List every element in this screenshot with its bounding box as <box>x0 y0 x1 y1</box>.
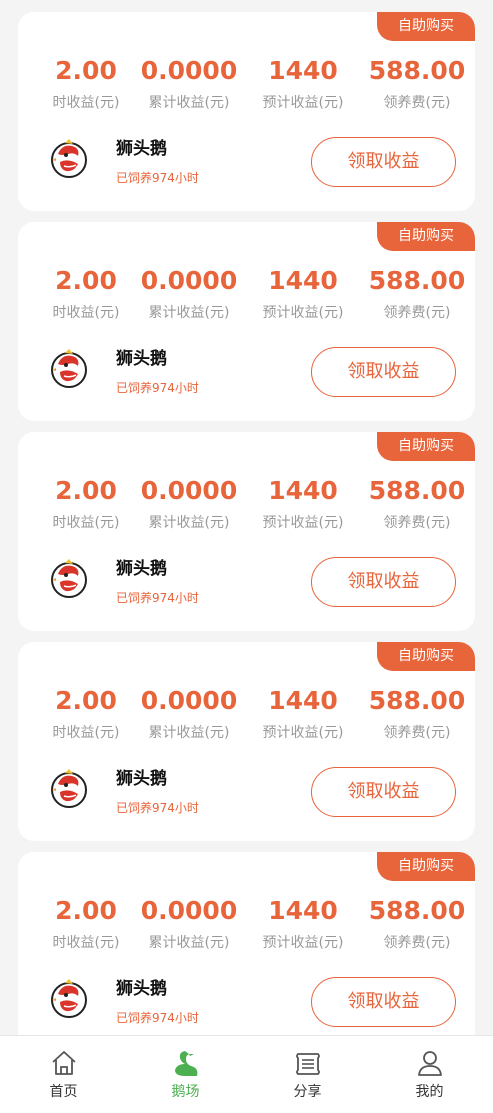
expected-income-label: 预计收益(元) <box>262 305 344 321</box>
feeding-hours: 已饲养974小时 <box>116 171 199 185</box>
hourly-income-label: 时收益(元) <box>52 935 120 951</box>
feeding-hours: 已饲养974小时 <box>116 381 199 395</box>
hourly-income-label: 时收益(元) <box>52 95 120 111</box>
tab-goose-farm-label: 鹅场 <box>171 1084 200 1100</box>
total-income-label: 累计收益(元) <box>148 725 230 741</box>
home-icon <box>51 1051 76 1075</box>
expected-income-label: 预计收益(元) <box>262 95 344 111</box>
total-income-value: 0.0000 <box>140 266 238 295</box>
goose-name: 狮头鹅 <box>116 349 167 369</box>
goose-card: 自助购买 2.00 时收益(元) 0.0000 累计收益(元) 1440 预计收… <box>18 432 475 631</box>
adoption-fee-label: 领养费(元) <box>383 515 451 531</box>
goose-card-list: 自助购买 2.00 时收益(元) 0.0000 累计收益(元) 1440 预计收… <box>0 0 493 1035</box>
hourly-income-label: 时收益(元) <box>52 515 120 531</box>
claim-income-button[interactable]: 领取收益 <box>311 767 456 817</box>
total-income-label: 累计收益(元) <box>148 305 230 321</box>
goose-card: 自助购买 2.00 时收益(元) 0.0000 累计收益(元) 1440 预计收… <box>18 222 475 421</box>
expected-income-value: 1440 <box>268 266 338 295</box>
claim-income-button[interactable]: 领取收益 <box>311 137 456 187</box>
hourly-income-value: 2.00 <box>55 686 117 715</box>
goose-avatar-icon <box>51 139 87 178</box>
adoption-fee-value: 588.00 <box>368 476 466 505</box>
total-income-value: 0.0000 <box>140 56 238 85</box>
expected-income-value: 1440 <box>268 896 338 925</box>
hourly-income-value: 2.00 <box>55 56 117 85</box>
adoption-fee-value: 588.00 <box>368 686 466 715</box>
tab-home-label: 首页 <box>49 1084 78 1100</box>
hourly-income-value: 2.00 <box>55 896 117 925</box>
hourly-income-value: 2.00 <box>55 476 117 505</box>
expected-income-label: 预计收益(元) <box>262 515 344 531</box>
goose-card: 自助购买 2.00 时收益(元) 0.0000 累计收益(元) 1440 预计收… <box>18 12 475 211</box>
goose-card: 自助购买 2.00 时收益(元) 0.0000 累计收益(元) 1440 预计收… <box>18 642 475 841</box>
feeding-hours: 已饲养974小时 <box>116 1011 199 1025</box>
claim-income-button[interactable]: 领取收益 <box>311 977 456 1027</box>
user-icon <box>417 1051 442 1076</box>
goose-icon <box>174 1051 197 1076</box>
adoption-fee-label: 领养费(元) <box>383 935 451 951</box>
tab-home[interactable]: 首页 <box>2 1036 125 1113</box>
share-list-icon <box>295 1053 320 1075</box>
expected-income-label: 预计收益(元) <box>262 725 344 741</box>
tab-mine[interactable]: 我的 <box>368 1036 491 1113</box>
tab-share-label: 分享 <box>293 1084 322 1100</box>
total-income-value: 0.0000 <box>140 476 238 505</box>
goose-avatar-icon <box>51 559 87 598</box>
adoption-fee-value: 588.00 <box>368 896 466 925</box>
self-purchase-tag: 自助购买 <box>377 12 475 41</box>
expected-income-value: 1440 <box>268 56 338 85</box>
goose-card: 自助购买 2.00 时收益(元) 0.0000 累计收益(元) 1440 预计收… <box>18 852 475 1035</box>
total-income-label: 累计收益(元) <box>148 95 230 111</box>
total-income-label: 累计收益(元) <box>148 935 230 951</box>
expected-income-value: 1440 <box>268 686 338 715</box>
self-purchase-tag: 自助购买 <box>377 852 475 881</box>
self-purchase-tag: 自助购买 <box>377 222 475 251</box>
expected-income-label: 预计收益(元) <box>262 935 344 951</box>
tab-mine-label: 我的 <box>415 1084 444 1100</box>
adoption-fee-label: 领养费(元) <box>383 95 451 111</box>
goose-name: 狮头鹅 <box>116 979 167 999</box>
goose-avatar-icon <box>51 349 87 388</box>
hourly-income-label: 时收益(元) <box>52 305 120 321</box>
goose-avatar-icon <box>51 769 87 808</box>
tab-share[interactable]: 分享 <box>246 1036 369 1113</box>
total-income-label: 累计收益(元) <box>148 515 230 531</box>
claim-income-button[interactable]: 领取收益 <box>311 347 456 397</box>
feeding-hours: 已饲养974小时 <box>116 591 199 605</box>
claim-income-button[interactable]: 领取收益 <box>311 557 456 607</box>
goose-name: 狮头鹅 <box>116 139 167 159</box>
hourly-income-value: 2.00 <box>55 266 117 295</box>
feeding-hours: 已饲养974小时 <box>116 801 199 815</box>
adoption-fee-label: 领养费(元) <box>383 725 451 741</box>
adoption-fee-value: 588.00 <box>368 266 466 295</box>
bottom-tab-bar: 首页 鹅场 分享 我的 <box>0 1035 493 1113</box>
goose-avatar-icon <box>51 979 87 1018</box>
total-income-value: 0.0000 <box>140 896 238 925</box>
adoption-fee-value: 588.00 <box>368 56 466 85</box>
self-purchase-tag: 自助购买 <box>377 432 475 461</box>
total-income-value: 0.0000 <box>140 686 238 715</box>
tab-goose-farm[interactable]: 鹅场 <box>124 1036 247 1113</box>
adoption-fee-label: 领养费(元) <box>383 305 451 321</box>
self-purchase-tag: 自助购买 <box>377 642 475 671</box>
goose-name: 狮头鹅 <box>116 769 167 789</box>
goose-name: 狮头鹅 <box>116 559 167 579</box>
expected-income-value: 1440 <box>268 476 338 505</box>
hourly-income-label: 时收益(元) <box>52 725 120 741</box>
